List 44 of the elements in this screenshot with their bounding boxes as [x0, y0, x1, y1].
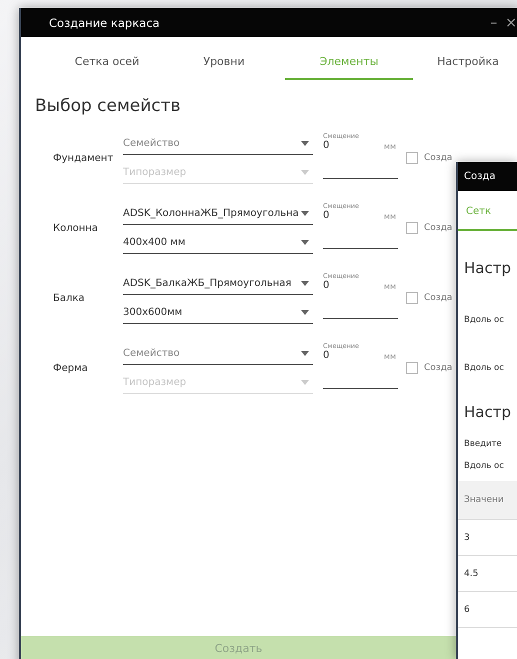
- field-label: Вдоль ос: [464, 315, 505, 325]
- section-heading: Настр: [464, 259, 512, 277]
- checkbox[interactable]: [406, 292, 418, 304]
- caret-icon: [301, 240, 309, 244]
- tab[interactable]: Сетка осей: [51, 45, 163, 80]
- minimize-button[interactable]: –: [488, 14, 500, 30]
- caret-icon: [301, 350, 309, 356]
- tab[interactable]: Настройка: [413, 45, 517, 80]
- checkbox[interactable]: [406, 222, 418, 234]
- field-label: Вдоль ос: [464, 461, 505, 471]
- window-title: Созда: [464, 171, 496, 182]
- table-cell: 3: [464, 532, 470, 542]
- close-button[interactable]: ×: [503, 14, 517, 30]
- row-label: Фундамент: [53, 152, 114, 164]
- section-heading: Выбор семейств: [35, 96, 182, 116]
- family-dropdown[interactable]: Семейство: [123, 342, 313, 365]
- caret-icon: [301, 280, 309, 286]
- field-label: Вдоль ос: [464, 363, 505, 373]
- checkbox-label: Созда: [424, 363, 452, 373]
- caret-icon: [301, 170, 309, 174]
- window-title: Создание каркаса: [49, 16, 160, 30]
- caret-icon: [301, 310, 309, 314]
- checkbox-label: Созда: [424, 293, 452, 303]
- field-label: Введите: [464, 439, 503, 449]
- row-label: Балка: [53, 292, 86, 304]
- table-cell: 4.5: [464, 568, 478, 578]
- section-heading: Настр: [464, 403, 512, 421]
- checkbox-label: Созда: [424, 153, 452, 163]
- table-cell: 6: [464, 604, 470, 614]
- column-header: Значени: [464, 495, 504, 505]
- checkbox[interactable]: [406, 362, 418, 374]
- caret-icon: [301, 210, 309, 216]
- type-dropdown[interactable]: 400x400 мм: [123, 231, 313, 254]
- checkbox[interactable]: [406, 152, 418, 164]
- row-label: Ферма: [53, 362, 89, 374]
- caret-icon: [301, 380, 309, 384]
- type-dropdown[interactable]: 300x600мм: [123, 301, 313, 324]
- family-dropdown[interactable]: Семейство: [123, 132, 313, 155]
- row-label: Колонна: [53, 222, 99, 234]
- caret-icon: [301, 140, 309, 146]
- tab[interactable]: Уровни: [163, 45, 285, 80]
- family-dropdown[interactable]: ADSK_БалкаЖБ_Прямоугольная: [123, 272, 313, 295]
- family-dropdown[interactable]: ADSK_КолоннаЖБ_Прямоугольна: [123, 202, 313, 225]
- checkbox-label: Созда: [424, 223, 452, 233]
